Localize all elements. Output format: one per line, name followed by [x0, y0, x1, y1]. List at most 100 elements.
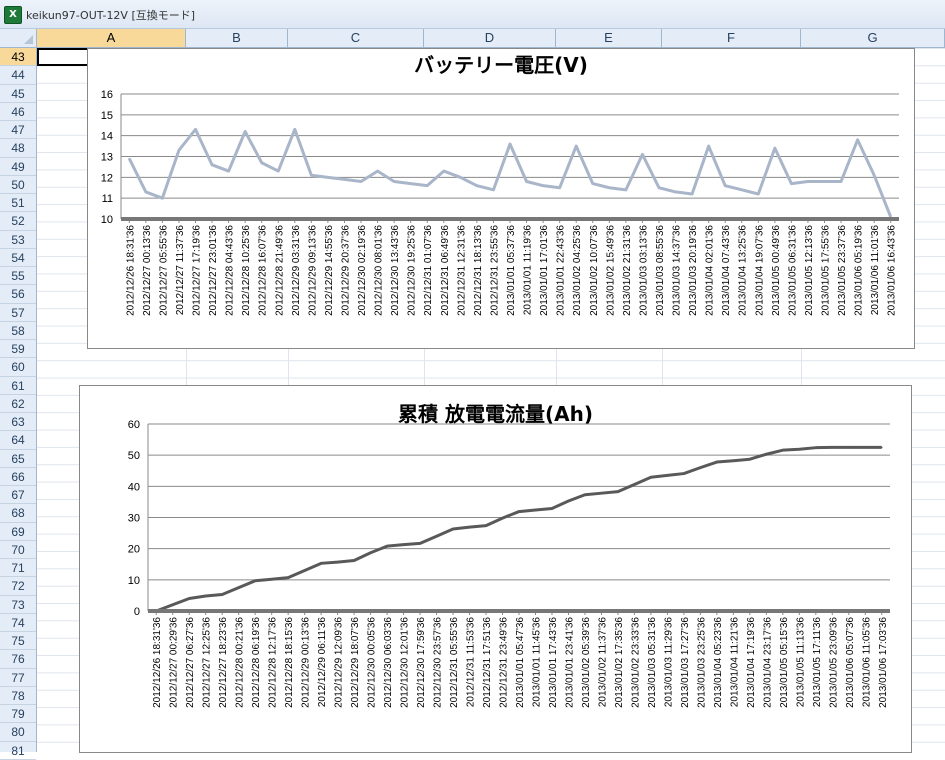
- x-tick-label: 2013/01/04 07:43'36: [721, 225, 732, 316]
- x-tick-label: 2012/12/31 23:55'36: [489, 225, 500, 316]
- data-point: [221, 593, 223, 596]
- excel-icon[interactable]: X: [4, 6, 22, 24]
- row-header-75[interactable]: 75: [0, 632, 36, 651]
- data-point: [501, 517, 504, 519]
- x-tick-label: 2012/12/30 02:19'36: [357, 225, 368, 316]
- row-header-44[interactable]: 44: [0, 66, 36, 85]
- row-header-76[interactable]: 76: [0, 650, 36, 669]
- row-header-52[interactable]: 52: [0, 212, 36, 231]
- voltage-plot: 10 11 12 13 14 15 16 2012/12/26 18:31'36 2012/12…: [101, 89, 899, 316]
- data-point: [650, 476, 652, 479]
- row-header-68[interactable]: 68: [0, 504, 36, 523]
- column-header-f[interactable]: F: [662, 29, 801, 47]
- row-header-57[interactable]: 57: [0, 304, 36, 322]
- data-point: [426, 184, 429, 187]
- x-tick-label: 2012/12/30 06:03'36: [383, 617, 394, 708]
- x-tick-label: 2012/12/30 00:05'36: [367, 617, 378, 708]
- column-header-b[interactable]: B: [186, 29, 288, 47]
- row-header-71[interactable]: 71: [0, 559, 36, 578]
- row-header-69[interactable]: 69: [0, 523, 36, 541]
- row-header-61[interactable]: 61: [0, 377, 36, 395]
- column-header-e[interactable]: E: [556, 29, 662, 47]
- y-tick-label: 10: [101, 214, 113, 226]
- data-point: [782, 449, 784, 451]
- y-tick-label: 60: [128, 419, 140, 431]
- column-header-bar: ABCDEFG: [0, 29, 945, 48]
- data-point: [542, 184, 544, 187]
- x-tick-label: 2013/01/06 05:07'36: [845, 617, 856, 708]
- title-bar: X keikun97-OUT-12V [互換モード]: [0, 0, 945, 29]
- row-header-67[interactable]: 67: [0, 486, 36, 505]
- data-point: [831, 446, 834, 449]
- row-header-47[interactable]: 47: [0, 121, 36, 140]
- data-point: [765, 453, 768, 456]
- x-tick-label: 2012/12/27 06:27'36: [185, 617, 196, 708]
- column-header-a[interactable]: A: [37, 29, 186, 47]
- x-tick-label: 2012/12/31 11:53'36: [466, 617, 477, 708]
- data-point: [485, 524, 487, 527]
- y-tick-label: 16: [101, 89, 113, 101]
- data-point: [260, 161, 263, 164]
- x-tick-label: 2013/01/06 11:05'36: [861, 617, 872, 708]
- row-header-66[interactable]: 66: [0, 468, 36, 487]
- row-header-79[interactable]: 79: [0, 705, 36, 724]
- column-header-c[interactable]: C: [288, 29, 424, 47]
- x-tick-label: 2013/01/06 05:19'36: [854, 225, 865, 316]
- x-tick-label: 2012/12/27 23:01'36: [208, 225, 219, 316]
- x-tick-label: 2013/01/01 17:43'36: [548, 617, 559, 708]
- row-header-73[interactable]: 73: [0, 596, 36, 614]
- row-header-63[interactable]: 63: [0, 413, 36, 432]
- column-header-d[interactable]: D: [424, 29, 556, 47]
- row-header-80[interactable]: 80: [0, 723, 36, 742]
- data-point: [584, 493, 586, 496]
- x-tick-label: 2012/12/29 03:31'36: [291, 225, 302, 316]
- row-header-49[interactable]: 49: [0, 158, 36, 176]
- x-tick-label: 2012/12/31 18:13'36: [473, 225, 484, 316]
- row-header-65[interactable]: 65: [0, 450, 36, 468]
- row-header-72[interactable]: 72: [0, 577, 36, 596]
- row-header-58[interactable]: 58: [0, 322, 36, 341]
- select-all-corner[interactable]: [0, 29, 37, 47]
- row-header-51[interactable]: 51: [0, 194, 36, 213]
- row-header-54[interactable]: 54: [0, 249, 36, 268]
- row-header-53[interactable]: 53: [0, 231, 36, 249]
- data-point: [683, 472, 685, 475]
- data-point: [774, 147, 776, 149]
- row-header-59[interactable]: 59: [0, 340, 36, 359]
- x-tick-label: 2012/12/30 19:25'36: [407, 225, 418, 316]
- data-point: [732, 459, 735, 462]
- x-tick-label: 2012/12/27 11:37'36: [175, 225, 186, 316]
- y-tick-label: 13: [101, 152, 113, 164]
- x-tick-label: 2013/01/01 17:01'36: [539, 225, 550, 316]
- row-header-43[interactable]: 43: [0, 48, 36, 67]
- data-point: [641, 153, 644, 156]
- row-header-55[interactable]: 55: [0, 267, 36, 286]
- data-point: [128, 157, 131, 160]
- discharge-ah-chart[interactable]: 累積 放電電流量(Ah) 0 10 20 30 40 50 60 2012/12/26 18:…: [79, 385, 912, 753]
- row-header-50[interactable]: 50: [0, 176, 36, 195]
- x-tick-label: 2013/01/06 11:01'36: [870, 225, 881, 316]
- data-point: [823, 180, 826, 183]
- row-header-74[interactable]: 74: [0, 614, 36, 633]
- battery-voltage-chart[interactable]: バッテリー電圧(V) 10 11 12 13 14 15 16 2012/12/26 18:3…: [87, 48, 915, 349]
- x-tick-label: 2012/12/29 14:55'36: [324, 225, 335, 316]
- row-header-48[interactable]: 48: [0, 139, 36, 158]
- x-tick-label: 2013/01/04 23:17'36: [762, 617, 773, 708]
- row-header-62[interactable]: 62: [0, 395, 36, 414]
- row-header-45[interactable]: 45: [0, 85, 36, 103]
- row-header-60[interactable]: 60: [0, 358, 36, 377]
- data-point: [551, 507, 553, 510]
- x-tick-label: 2013/01/04 05:23'36: [713, 617, 724, 708]
- row-header-77[interactable]: 77: [0, 669, 36, 687]
- x-tick-label: 2013/01/01 05:37'36: [506, 225, 517, 316]
- x-tick-label: 2013/01/03 17:27'36: [680, 617, 691, 708]
- row-header-64[interactable]: 64: [0, 431, 36, 450]
- row-header-78[interactable]: 78: [0, 687, 36, 706]
- row-header-46[interactable]: 46: [0, 103, 36, 121]
- row-header-81[interactable]: 81: [0, 742, 36, 760]
- row-header-56[interactable]: 56: [0, 285, 36, 304]
- data-point: [864, 446, 867, 449]
- row-header-70[interactable]: 70: [0, 541, 36, 560]
- column-header-g[interactable]: G: [801, 29, 945, 47]
- x-tick-label: 2012/12/26 18:31'36: [125, 225, 136, 316]
